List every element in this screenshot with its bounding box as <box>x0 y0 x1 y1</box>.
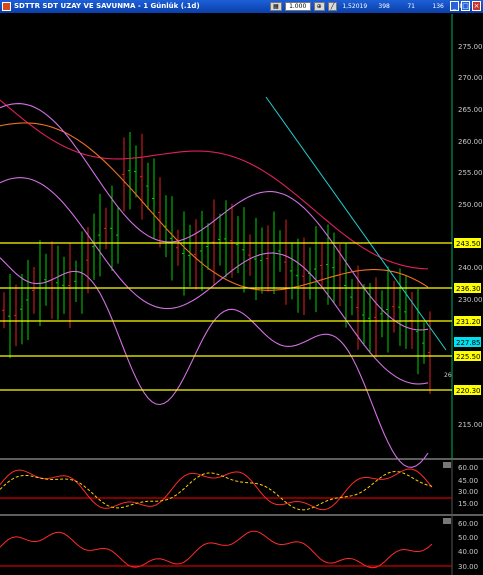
osc1-settings-icon[interactable] <box>443 462 451 468</box>
oscillator-2-lines <box>0 530 433 569</box>
level-label-220-30: 220.30 <box>456 387 481 395</box>
osc1-tick-60: 60.00 <box>458 464 478 472</box>
tick-255: 255.00 <box>458 169 483 177</box>
tick-275: 275.00 <box>458 43 483 51</box>
level-label-225-50: 225.50 <box>456 353 481 361</box>
tick-240: 240.00 <box>458 264 483 272</box>
tick-215: 215.00 <box>458 421 483 429</box>
current-price-label: 227.85 <box>456 339 481 347</box>
price-axis: 275.00 270.00 265.00 260.00 255.00 250.0… <box>458 43 483 429</box>
tick-265: 265.00 <box>458 106 483 114</box>
osc1-tick-30: 30.00 <box>458 488 478 496</box>
price-bars <box>2 132 431 394</box>
oscillator-1-pane: 60.00 45.00 30.00 15.00 <box>0 462 478 511</box>
osc2-tick-30: 30.00 <box>458 563 478 571</box>
osc2-tick-40: 40.00 <box>458 548 478 556</box>
level-boxes: 243.50 236.30 231.20 227.85 225.50 220.3… <box>444 238 481 395</box>
tick-270: 270.00 <box>458 74 483 82</box>
oscillator-2-pane: 60.00 50.00 40.00 30.00 <box>0 518 478 571</box>
osc2-settings-icon[interactable] <box>443 518 451 524</box>
osc2-line <box>0 530 433 569</box>
level-label-236-30: 236.30 <box>456 285 481 293</box>
trendline[interactable] <box>265 96 447 351</box>
osc2-tick-50: 50.00 <box>458 534 478 542</box>
osc1-line <box>0 468 433 511</box>
level-label-243-50: 243.50 <box>456 240 481 248</box>
osc1-tick-45: 45.00 <box>458 477 478 485</box>
tick-250: 250.00 <box>458 201 483 209</box>
osc2-tick-60: 60.00 <box>458 520 478 528</box>
price-chart[interactable]: 275.00 270.00 265.00 260.00 255.00 250.0… <box>0 0 483 575</box>
bar-counter: 26 <box>444 372 452 379</box>
tick-260: 260.00 <box>458 138 483 146</box>
tick-230: 230.00 <box>458 296 483 304</box>
oscillator-1-lines <box>0 468 433 511</box>
osc1-tick-15: 15.00 <box>458 500 478 508</box>
level-label-231-20: 231.20 <box>456 318 481 326</box>
